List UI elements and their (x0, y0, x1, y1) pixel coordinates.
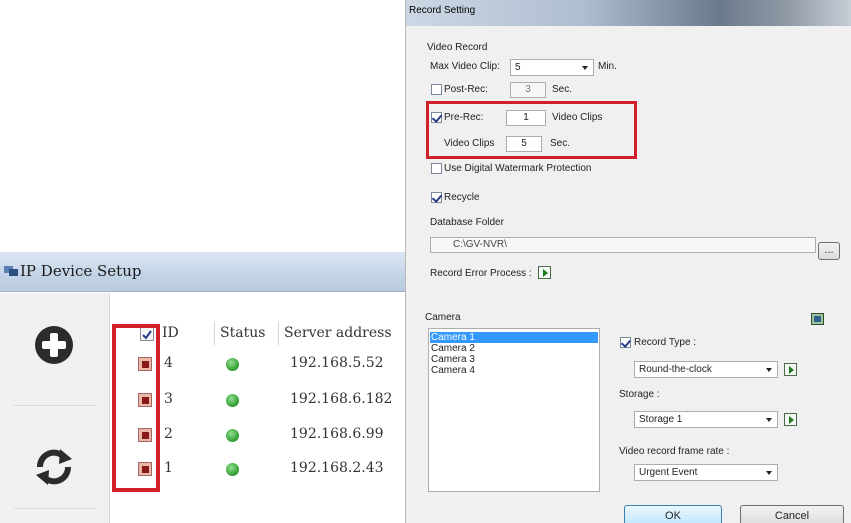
checkbox-highlight-box (112, 324, 160, 492)
list-item[interactable]: Camera 4 (431, 365, 475, 376)
column-divider[interactable] (214, 321, 215, 345)
frame-rate-value: Urgent Event (639, 467, 698, 478)
refresh-button[interactable] (26, 439, 82, 495)
record-type-dropdown[interactable]: Round-the-clock (634, 361, 778, 378)
frame-rate-dropdown[interactable]: Urgent Event (634, 464, 778, 481)
app-icon (4, 266, 18, 276)
post-rec-unit: Sec. (552, 84, 573, 95)
device-id: 1 (164, 460, 173, 476)
panel-divider (14, 508, 96, 509)
status-online-icon (226, 358, 239, 371)
server-address: 192.168.6.182 (290, 391, 393, 407)
storage-dropdown[interactable]: Storage 1 (634, 411, 778, 428)
list-item[interactable]: Camera 1 (430, 332, 598, 343)
server-address: 192.168.2.43 (290, 460, 384, 476)
device-id: 4 (164, 355, 173, 371)
ip-device-setup-titlebar: IP Device Setup (0, 252, 420, 292)
record-setting-titlebar: Record Setting (406, 0, 851, 26)
camera-list[interactable]: Camera 1 Camera 2 Camera 3 Camera 4 (428, 328, 600, 492)
server-address: 192.168.5.52 (290, 355, 384, 371)
window-title: IP Device Setup (20, 262, 142, 280)
record-setting-window: Record Setting Video Record Max Video Cl… (405, 0, 851, 523)
server-address: 192.168.6.99 (290, 426, 384, 442)
camera-section-label: Camera (425, 312, 461, 323)
ip-device-setup-window: IP Device Setup ID Status Server address… (0, 252, 420, 523)
status-online-icon (226, 429, 239, 442)
browse-folder-button[interactable]: ... (818, 242, 840, 260)
list-item[interactable]: Camera 3 (431, 354, 475, 365)
record-error-process-button[interactable] (538, 266, 551, 279)
storage-value: Storage 1 (639, 414, 683, 425)
column-header-id[interactable]: ID (162, 325, 179, 341)
recycle-checkbox[interactable] (431, 192, 442, 203)
device-id: 3 (164, 391, 173, 407)
recycle-label: Recycle (444, 192, 480, 203)
record-type-label: Record Type : (634, 337, 697, 348)
pre-rec-highlight-box (426, 101, 637, 159)
add-icon (35, 326, 73, 364)
column-divider[interactable] (278, 321, 279, 345)
record-error-process-label: Record Error Process : (430, 268, 532, 279)
record-type-schedule-button[interactable] (784, 363, 797, 376)
video-record-heading: Video Record (427, 42, 488, 53)
status-online-icon (226, 394, 239, 407)
watermark-label: Use Digital Watermark Protection (444, 163, 592, 174)
chevron-down-icon (582, 66, 588, 70)
chevron-down-icon (766, 418, 772, 422)
database-folder-input[interactable]: C:\GV-NVR\ (430, 237, 816, 253)
record-type-value: Round-the-clock (639, 364, 712, 375)
storage-label: Storage : (619, 389, 660, 400)
status-online-icon (226, 463, 239, 476)
panel-divider (14, 405, 96, 406)
post-rec-checkbox[interactable] (431, 84, 442, 95)
storage-settings-button[interactable] (784, 413, 797, 426)
refresh-icon (36, 449, 72, 485)
cancel-button[interactable]: Cancel (740, 505, 844, 523)
post-rec-label: Post-Rec: (444, 84, 488, 95)
max-video-clip-dropdown[interactable]: 5 (510, 59, 594, 76)
ip-action-panel (0, 293, 110, 523)
chevron-down-icon (766, 368, 772, 372)
post-rec-input[interactable]: 3 (510, 82, 546, 98)
chevron-down-icon (766, 471, 772, 475)
max-video-clip-unit: Min. (598, 61, 617, 72)
camera-settings-icon[interactable] (811, 313, 824, 325)
frame-rate-label: Video record frame rate : (619, 446, 730, 457)
max-video-clip-label: Max Video Clip: (430, 61, 500, 72)
column-header-server-address[interactable]: Server address (284, 325, 392, 341)
list-item[interactable]: Camera 2 (431, 343, 475, 354)
watermark-checkbox[interactable] (431, 163, 442, 174)
device-id: 2 (164, 426, 173, 442)
add-device-button[interactable] (26, 317, 82, 373)
column-header-status[interactable]: Status (220, 325, 265, 341)
database-folder-label: Database Folder (430, 217, 504, 228)
max-video-clip-value: 5 (515, 62, 521, 73)
record-type-checkbox[interactable] (620, 337, 631, 348)
ok-button[interactable]: OK (624, 505, 722, 523)
window-title: Record Setting (409, 5, 476, 16)
